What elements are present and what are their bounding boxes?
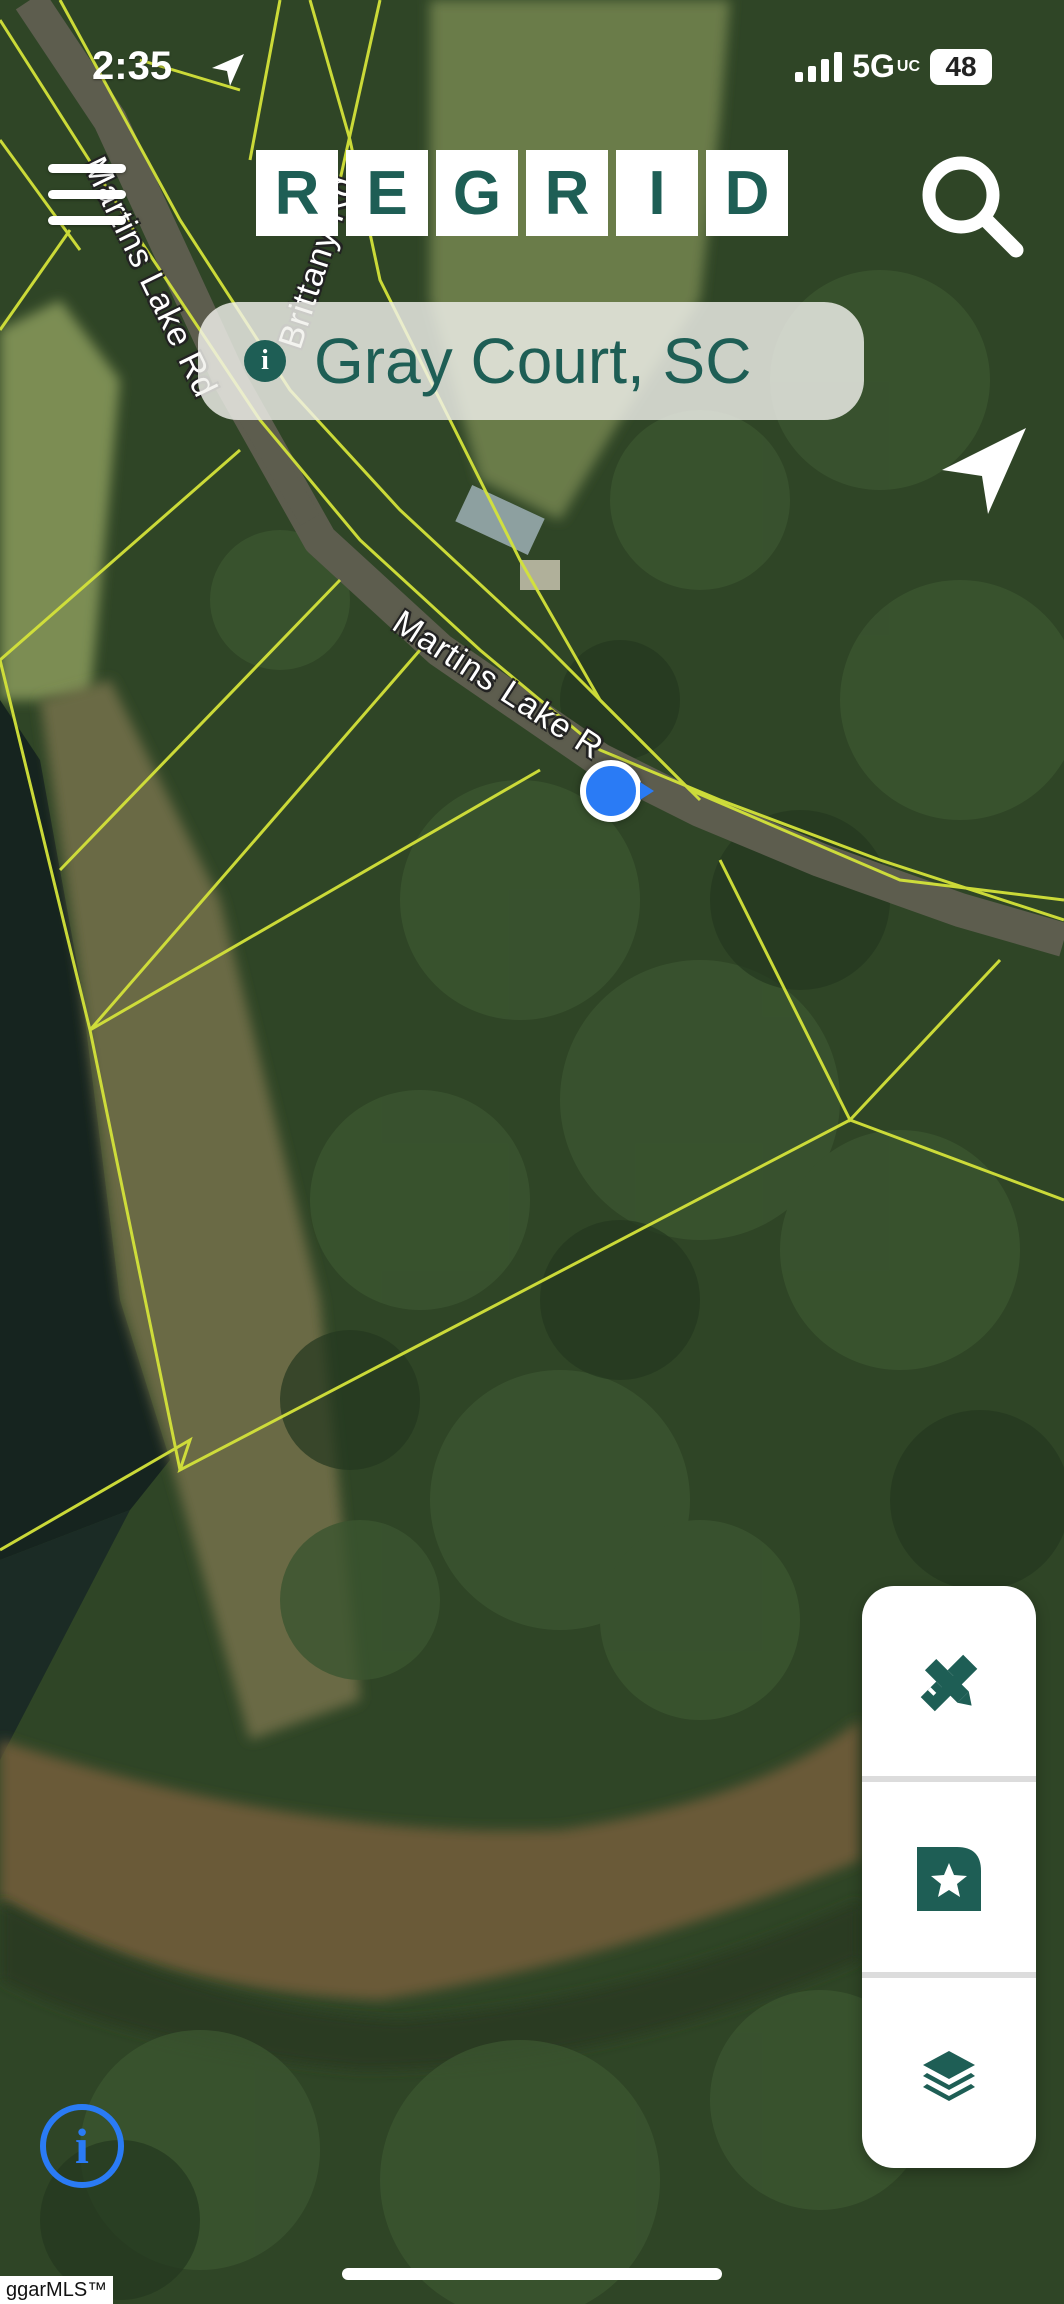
navigation-arrow-icon — [942, 428, 1026, 514]
info-icon: i — [244, 340, 286, 382]
menu-button[interactable] — [48, 160, 128, 230]
hamburger-menu-line — [48, 216, 126, 225]
heading-arrow-icon — [640, 782, 654, 800]
logo-letter: G — [436, 150, 518, 236]
draw-measure-button[interactable] — [862, 1586, 1036, 1780]
bookmark-star-icon — [917, 1847, 981, 1911]
status-time: 2:35 — [92, 44, 173, 88]
hamburger-menu-line — [48, 190, 126, 199]
hamburger-menu-icon — [48, 164, 126, 173]
ruler-pencil-icon — [920, 1654, 978, 1712]
regrid-logo: R E G R I D — [256, 150, 788, 236]
layers-icon — [923, 2051, 975, 2101]
logo-letter: D — [706, 150, 788, 236]
search-button[interactable] — [916, 150, 1026, 260]
user-location-dot — [580, 760, 642, 822]
search-icon — [922, 156, 1024, 258]
map-tools-panel — [862, 1586, 1036, 2168]
layers-button[interactable] — [862, 1978, 1036, 2168]
logo-letter: E — [346, 150, 428, 236]
map-info-button[interactable]: i — [40, 2104, 124, 2188]
location-services-icon — [212, 54, 244, 86]
home-indicator[interactable] — [342, 2268, 722, 2280]
info-icon: i — [75, 2118, 89, 2174]
saved-bookmarks-button[interactable] — [862, 1782, 1036, 1976]
logo-letter: R — [256, 150, 338, 236]
cellular-signal-icon — [795, 51, 843, 82]
battery-level: 48 — [930, 48, 992, 85]
network-type: 5G — [852, 48, 895, 84]
status-indicators: 5G UC 48 — [795, 48, 992, 85]
navigate-button[interactable] — [934, 420, 1034, 520]
logo-letter: R — [526, 150, 608, 236]
location-label: Gray Court, SC — [314, 325, 752, 397]
watermark: ggarMLS™ — [0, 2276, 114, 2304]
network-subtype: UC — [896, 57, 920, 75]
location-chip[interactable]: i Gray Court, SC — [198, 302, 864, 420]
logo-letter: I — [616, 150, 698, 236]
